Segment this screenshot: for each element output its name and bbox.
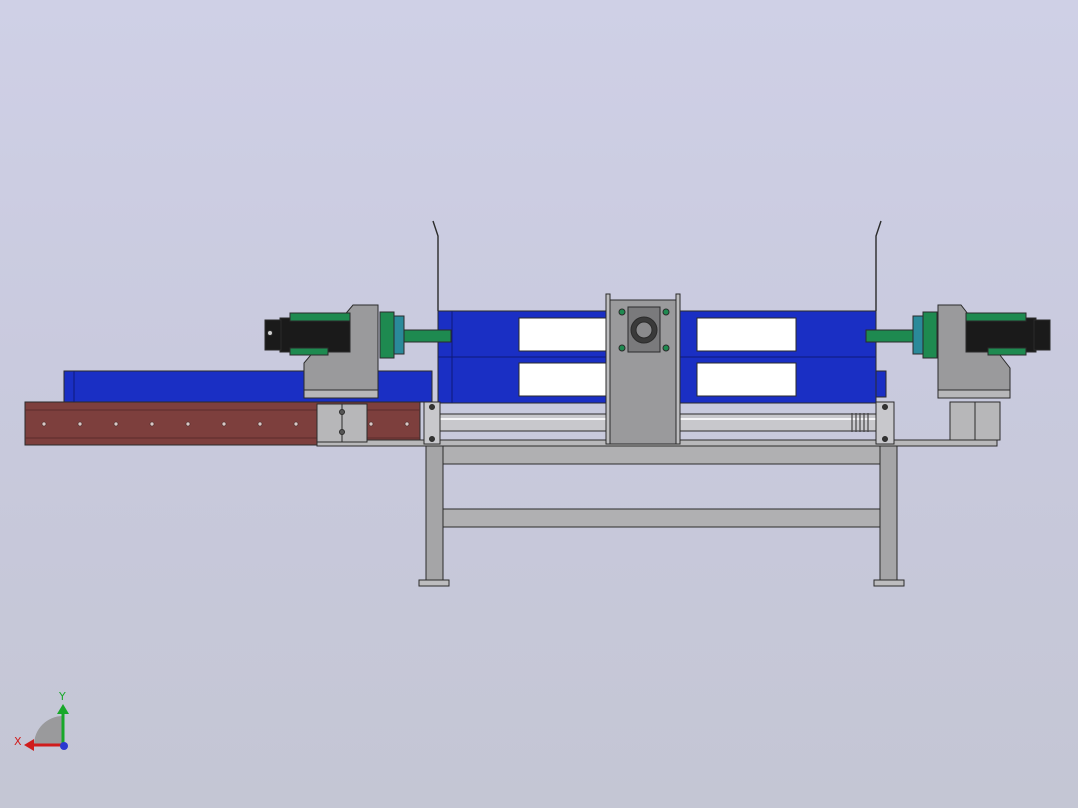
frame-right-leg [879,444,898,582]
gantry-window-upper-right [696,317,797,352]
motor-right-icon [1033,319,1051,351]
rail-bolt-hole [149,421,155,427]
bearing-ball [429,436,435,442]
cad-viewport[interactable]: Y X [0,0,1078,808]
triad-quarter-disc [34,716,63,745]
left-cylinder-stripe-bottom [289,347,329,356]
frame-top-beam [442,445,881,465]
right-cylinder-stripe-bottom [987,347,1027,356]
x-axis-label: X [14,735,22,748]
right-bracket-base [937,389,1011,399]
rail-bolt-hole [257,421,263,427]
z-axis-dot [60,742,68,750]
rail-bolt-hole [404,421,410,427]
bearing-ball [882,436,888,442]
right-guide-post [875,220,882,311]
right-rod-flange [912,315,924,355]
rail-bolt-hole [41,421,47,427]
rail-bolt-hole [221,421,227,427]
shaft-right-section [675,413,877,432]
center-gearbox [605,293,681,445]
rail-bolt-hole [368,421,374,427]
left-bracket-base [303,389,379,399]
y-arrowhead-icon [57,704,69,714]
gearbox-bolt [662,308,670,316]
motor-left-port [267,330,273,336]
rail-bolt-hole [293,421,299,427]
right-foot-pad [873,579,905,587]
gearbox-side-plate-left [605,293,611,445]
rail-bolt-hole [113,421,119,427]
right-cylinder-stripe-top [965,312,1027,322]
gearbox-bolt [618,308,626,316]
gearbox-side-plate-right [675,293,681,445]
left-cylinder-tube [279,317,351,353]
rail-bolt-hole [185,421,191,427]
machine-assembly [24,220,1051,587]
gearbox-bolt [618,344,626,352]
base-frame [418,444,905,587]
y-axis-label: Y [58,690,66,703]
left-cylinder-stripe-top [289,312,351,322]
slider-bolt [339,429,345,435]
right-cylinder-assembly [865,304,1051,399]
x-arrowhead-icon [24,739,34,751]
left-rod-clamp [379,311,395,359]
gantry-window-lower-left [518,362,610,397]
right-cylinder-tube [965,317,1037,353]
coordinate-triad[interactable]: Y X [14,690,69,751]
gearbox-output-hub [635,321,653,339]
motor-left-icon [264,319,282,351]
frame-left-leg [425,444,444,582]
gantry-window-lower-right [696,362,797,397]
right-rod-clamp [922,311,938,359]
left-guide-post [432,220,439,311]
right-blue-stub [875,370,887,398]
bearing-ball [882,404,888,410]
left-foot-pad [418,579,450,587]
slider-bolt [339,409,345,415]
gantry-window-upper-left [518,317,610,352]
gearbox-bolt [662,344,670,352]
shaft-left-section [439,413,611,432]
left-rod-flange [393,315,405,355]
rail-bolt-hole [77,421,83,427]
frame-lower-beam [442,508,881,528]
bearing-ball [429,404,435,410]
